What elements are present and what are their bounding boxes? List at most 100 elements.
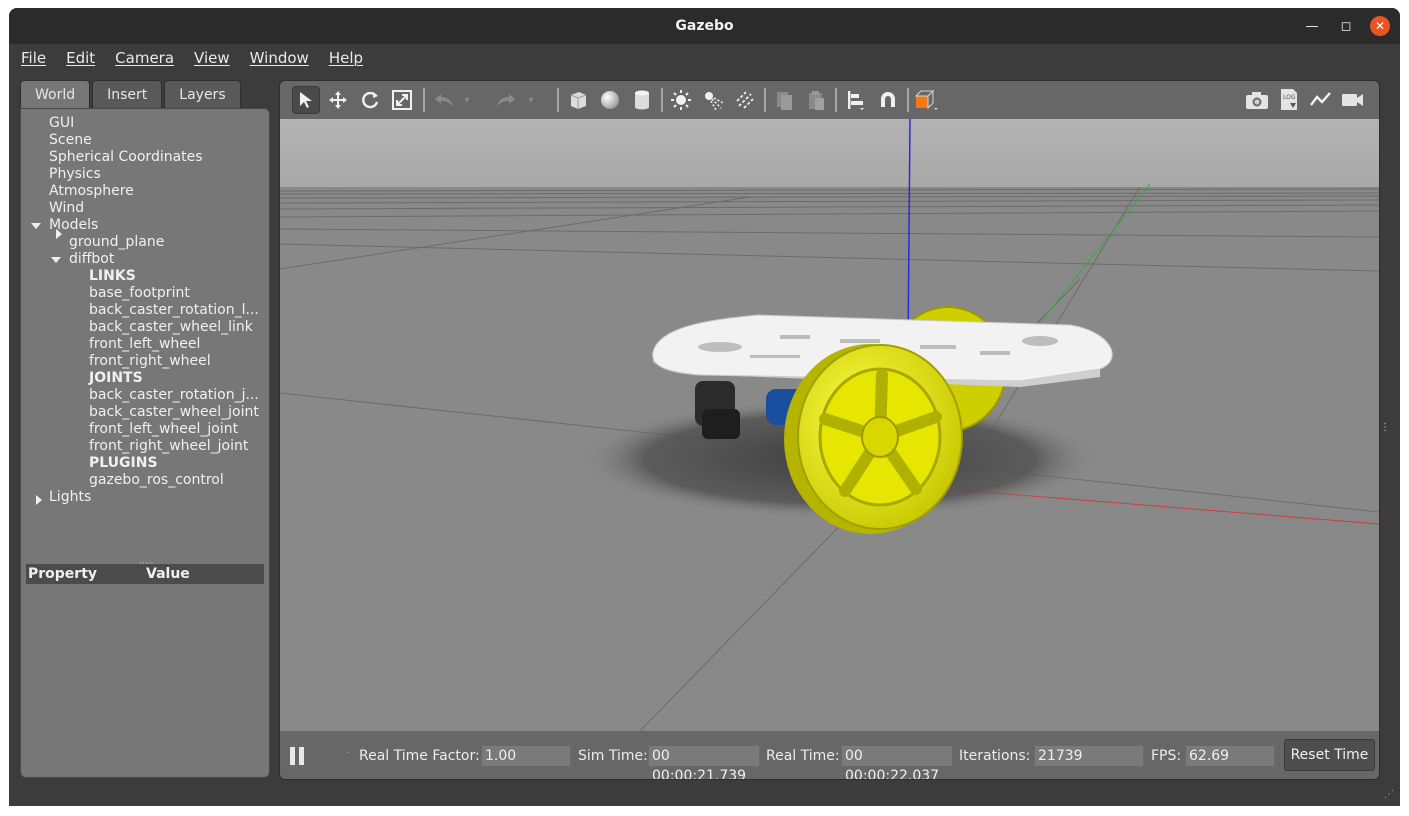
spot-light-icon[interactable] bbox=[699, 86, 727, 114]
redo-dropdown-icon[interactable]: ▾ bbox=[524, 86, 538, 114]
joint-item[interactable]: front_left_wheel_joint bbox=[89, 421, 238, 438]
maximize-button[interactable]: ◻ bbox=[1336, 16, 1356, 36]
property-column-header: Property bbox=[28, 566, 98, 582]
collapse-arrow-icon[interactable] bbox=[36, 495, 42, 505]
menu-bar: File Edit Camera View Window Help bbox=[9, 44, 1400, 72]
step-indicator: . bbox=[346, 745, 350, 756]
tab-world[interactable]: World bbox=[20, 80, 91, 109]
box-icon[interactable] bbox=[564, 86, 592, 114]
sky bbox=[280, 119, 1379, 189]
sim-time-label: Sim Time: bbox=[578, 748, 648, 764]
svg-text:LOG: LOG bbox=[1283, 94, 1296, 101]
toolbar-separator bbox=[557, 88, 559, 112]
log-icon[interactable]: LOG bbox=[1275, 86, 1303, 114]
rtf-value: 1.00 bbox=[481, 745, 571, 767]
minimize-button[interactable]: — bbox=[1302, 16, 1322, 36]
toolbar-separator bbox=[661, 88, 663, 112]
tree-item-physics[interactable]: Physics bbox=[49, 166, 101, 183]
menu-camera[interactable]: Camera bbox=[115, 49, 174, 67]
toolbar-separator bbox=[764, 88, 766, 112]
fps-value: 62.69 bbox=[1185, 745, 1275, 767]
status-bar: . Real Time Factor: 1.00 Sim Time: 00 00… bbox=[280, 731, 1379, 779]
screenshot-icon[interactable] bbox=[1243, 86, 1271, 114]
window-title: Gazebo bbox=[675, 18, 734, 34]
link-item[interactable]: base_footprint bbox=[89, 285, 190, 302]
link-item[interactable]: back_caster_rotation_l... bbox=[89, 302, 259, 319]
align-icon[interactable] bbox=[842, 86, 870, 114]
real-time-label: Real Time: bbox=[766, 748, 840, 764]
joints-header: JOINTS bbox=[89, 370, 143, 386]
joint-item[interactable]: back_caster_rotation_j... bbox=[89, 387, 259, 404]
front-wheel-hub bbox=[861, 416, 899, 458]
gazebo-window: Gazebo — ◻ ✕ File Edit Camera View Windo… bbox=[9, 8, 1400, 806]
joint-item[interactable]: back_caster_wheel_joint bbox=[89, 404, 259, 421]
toolbar: ▾ ▾ LOG bbox=[280, 81, 1379, 119]
rtf-label: Real Time Factor: bbox=[359, 748, 480, 764]
links-header: LINKS bbox=[89, 268, 136, 284]
resize-grip-icon[interactable]: ⋰ bbox=[1384, 789, 1394, 800]
undo-icon[interactable] bbox=[430, 86, 458, 114]
tab-layers[interactable]: Layers bbox=[164, 80, 241, 108]
tree-item-spherical-coordinates[interactable]: Spherical Coordinates bbox=[49, 149, 203, 166]
expand-arrow-icon[interactable] bbox=[51, 257, 61, 263]
joint-item[interactable]: front_right_wheel_joint bbox=[89, 438, 248, 455]
plugins-header: PLUGINS bbox=[89, 455, 158, 471]
world-tree: GUI Scene Spherical Coordinates Physics … bbox=[20, 108, 270, 778]
view-angle-icon[interactable] bbox=[913, 86, 941, 114]
snap-icon[interactable] bbox=[874, 86, 902, 114]
menu-window[interactable]: Window bbox=[250, 49, 309, 67]
point-light-icon[interactable] bbox=[667, 86, 695, 114]
plot-icon[interactable] bbox=[1307, 86, 1335, 114]
link-item[interactable]: back_caster_wheel_link bbox=[89, 319, 253, 336]
left-panel: World Insert Layers GUI Scene Spherical … bbox=[20, 80, 270, 778]
tree-item-diffbot[interactable]: diffbot bbox=[69, 251, 114, 268]
toolbar-separator bbox=[907, 88, 909, 112]
tree-item-scene[interactable]: Scene bbox=[49, 132, 92, 149]
menu-edit[interactable]: Edit bbox=[66, 49, 95, 67]
expand-arrow-icon[interactable] bbox=[31, 223, 41, 229]
plugin-item[interactable]: gazebo_ros_control bbox=[89, 472, 224, 489]
record-video-icon[interactable] bbox=[1339, 86, 1367, 114]
title-bar: Gazebo — ◻ ✕ bbox=[9, 8, 1400, 44]
menu-file[interactable]: File bbox=[21, 49, 46, 67]
3d-viewport[interactable] bbox=[280, 118, 1379, 732]
value-column-header: Value bbox=[146, 566, 190, 582]
tree-item-wind[interactable]: Wind bbox=[49, 200, 84, 217]
caster-wheel bbox=[702, 409, 740, 439]
pause-icon[interactable] bbox=[290, 747, 306, 765]
property-table-header: Property Value bbox=[26, 564, 264, 584]
undo-dropdown-icon[interactable]: ▾ bbox=[460, 86, 474, 114]
tree-item-atmosphere[interactable]: Atmosphere bbox=[49, 183, 134, 200]
paste-icon[interactable] bbox=[802, 86, 830, 114]
redo-icon[interactable] bbox=[492, 86, 520, 114]
select-arrow-icon[interactable] bbox=[292, 86, 320, 114]
toolbar-separator bbox=[423, 88, 425, 112]
rotate-icon[interactable] bbox=[356, 86, 384, 114]
tree-item-gui[interactable]: GUI bbox=[49, 115, 74, 132]
right-panel-grip[interactable]: ⋮ bbox=[1380, 422, 1390, 433]
cylinder-icon[interactable] bbox=[628, 86, 656, 114]
sphere-icon[interactable] bbox=[596, 86, 624, 114]
collapse-arrow-icon[interactable] bbox=[56, 229, 62, 239]
reset-time-button[interactable]: Reset Time bbox=[1284, 739, 1375, 771]
sim-time-value: 00 00:00:21.739 bbox=[648, 745, 760, 779]
toolbar-separator bbox=[835, 88, 837, 112]
fps-label: FPS: bbox=[1151, 748, 1182, 764]
iterations-value: 21739 bbox=[1034, 745, 1144, 767]
tree-item-lights[interactable]: Lights bbox=[49, 489, 91, 506]
tree-item-ground-plane[interactable]: ground_plane bbox=[69, 234, 164, 251]
real-time-value: 00 00:00:22.037 bbox=[841, 745, 953, 779]
link-item[interactable]: front_right_wheel bbox=[89, 353, 211, 370]
scene-render bbox=[280, 118, 1379, 732]
tab-insert[interactable]: Insert bbox=[92, 80, 163, 108]
directional-light-icon[interactable] bbox=[731, 86, 759, 114]
translate-icon[interactable] bbox=[324, 86, 352, 114]
link-item[interactable]: front_left_wheel bbox=[89, 336, 200, 353]
copy-icon[interactable] bbox=[770, 86, 798, 114]
menu-help[interactable]: Help bbox=[329, 49, 363, 67]
close-button[interactable]: ✕ bbox=[1370, 16, 1390, 36]
iterations-label: Iterations: bbox=[959, 748, 1031, 764]
viewport-panel: ▾ ▾ LOG . Real Time Factor: 1.00 Sim Tim… bbox=[279, 80, 1380, 780]
menu-view[interactable]: View bbox=[194, 49, 230, 67]
scale-icon[interactable] bbox=[388, 86, 416, 114]
